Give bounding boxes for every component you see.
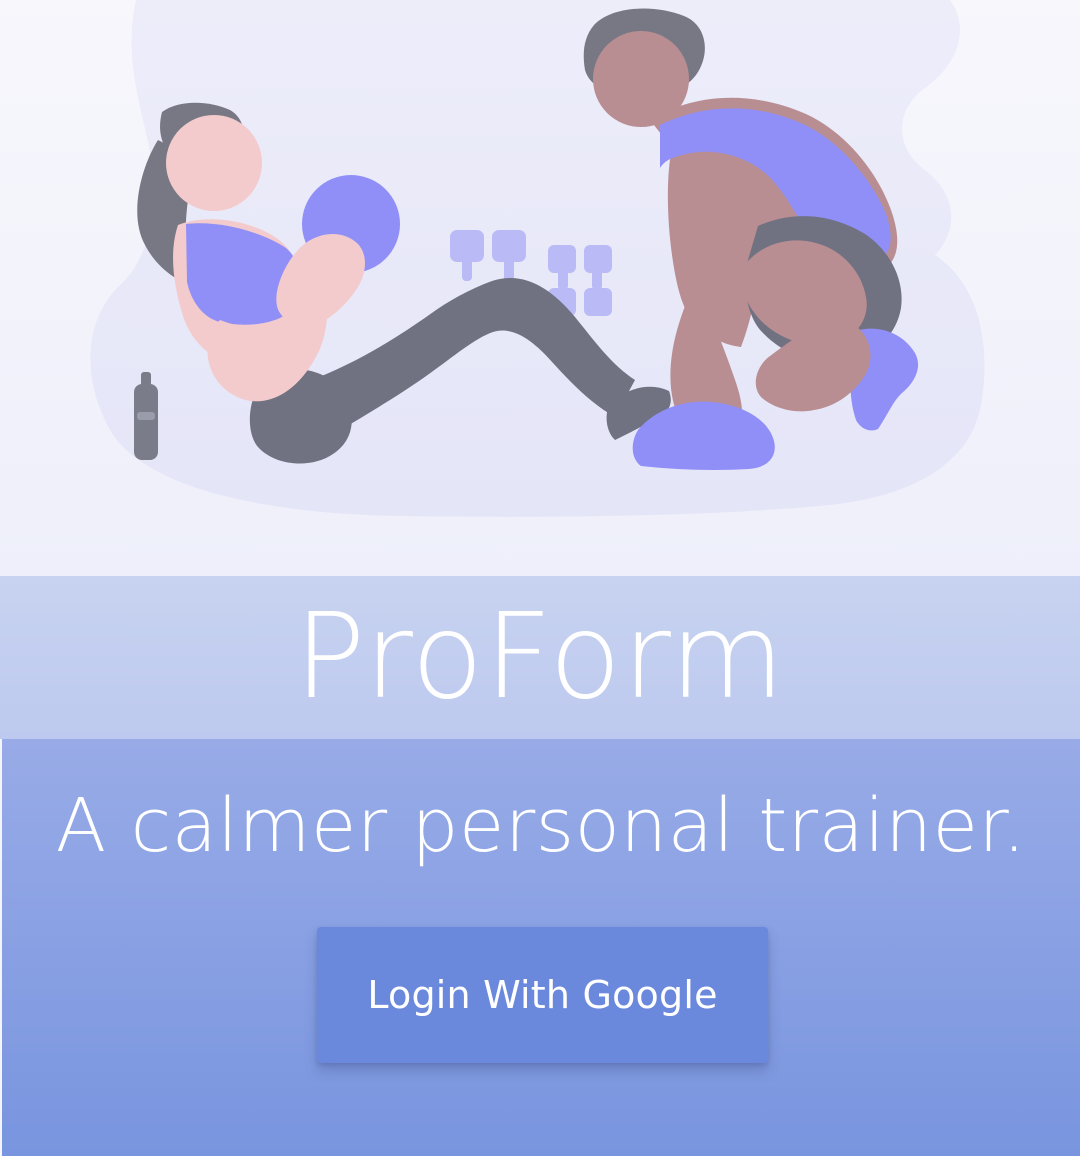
hero-illustration	[0, 0, 1080, 576]
login-content: A calmer personal trainer. Login With Go…	[2, 739, 1080, 1156]
brand-band: ProForm	[0, 576, 1080, 739]
tagline: A calmer personal trainer.	[55, 783, 1027, 869]
fitness-illustration-icon	[90, 0, 985, 517]
app-title: ProForm	[294, 586, 786, 725]
login-screen: ProForm A calmer personal trainer. Login…	[0, 0, 1080, 1156]
login-with-google-button[interactable]: Login With Google	[317, 927, 768, 1063]
